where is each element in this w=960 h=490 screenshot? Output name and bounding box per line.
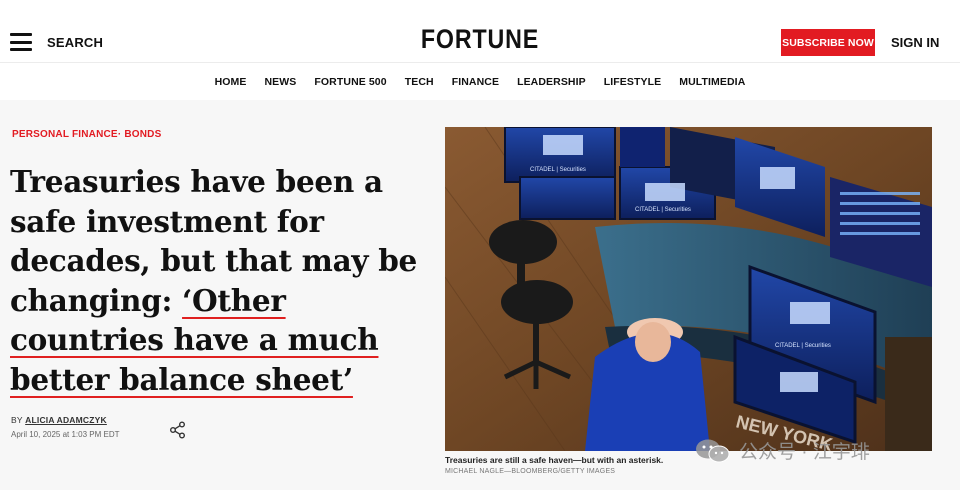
article-headline: Treasuries have been a safe investment f…: [10, 162, 430, 399]
byline-prefix: BY: [11, 415, 23, 425]
watermark-text: 公众号 · 江宇琲: [739, 442, 870, 463]
category-link-personal-finance[interactable]: PERSONAL FINANCE: [12, 129, 118, 140]
image-credit: MICHAEL NAGLE—BLOOMBERG/GETTY IMAGES: [445, 468, 616, 475]
category-link-bonds[interactable]: BONDS: [124, 129, 161, 140]
screen-label: CITADEL | Securities: [530, 167, 586, 173]
sign-in-button[interactable]: SIGN IN: [891, 35, 939, 50]
nav-item-multimedia[interactable]: MULTIMEDIA: [679, 76, 745, 88]
main-nav: HOME NEWS FORTUNE 500 TECH FINANCE LEADE…: [0, 62, 960, 100]
nav-item-lifestyle[interactable]: LIFESTYLE: [604, 76, 662, 88]
share-icon[interactable]: [168, 420, 188, 440]
category-separator: ·: [117, 129, 122, 140]
fortune-logo[interactable]: FORTUNE: [67, 24, 893, 55]
screen-label: CITADEL | Securities: [635, 207, 691, 213]
trading-floor-illustration: CITADEL | Securities CITADEL | Securitie…: [445, 127, 932, 451]
screen-label: CITADEL | Securities: [775, 343, 831, 349]
nav-item-finance[interactable]: FINANCE: [452, 76, 499, 88]
publish-date: April 10, 2025 at 1:03 PM EDT: [11, 430, 120, 439]
wechat-watermark: 公众号 · 江宇琲: [695, 437, 870, 464]
nav-item-fortune-500[interactable]: FORTUNE 500: [314, 76, 386, 88]
nav-item-leadership[interactable]: LEADERSHIP: [517, 76, 586, 88]
nav-item-tech[interactable]: TECH: [405, 76, 434, 88]
byline: BY ALICIA ADAMCZYK: [11, 415, 107, 425]
image-caption: Treasuries are still a safe haven—but wi…: [445, 455, 664, 465]
wechat-icon: [696, 439, 730, 462]
author-link[interactable]: ALICIA ADAMCZYK: [25, 415, 107, 425]
subscribe-button[interactable]: SUBSCRIBE NOW: [781, 29, 875, 56]
article-category: PERSONAL FINANCE· BONDS: [12, 129, 161, 140]
site-header: SEARCH FORTUNE SUBSCRIBE NOW SIGN IN: [0, 0, 960, 62]
hero-image: CITADEL | Securities CITADEL | Securitie…: [445, 127, 932, 451]
nav-item-news[interactable]: NEWS: [265, 76, 297, 88]
hamburger-menu-icon[interactable]: [10, 33, 32, 51]
nav-item-home[interactable]: HOME: [215, 76, 247, 88]
